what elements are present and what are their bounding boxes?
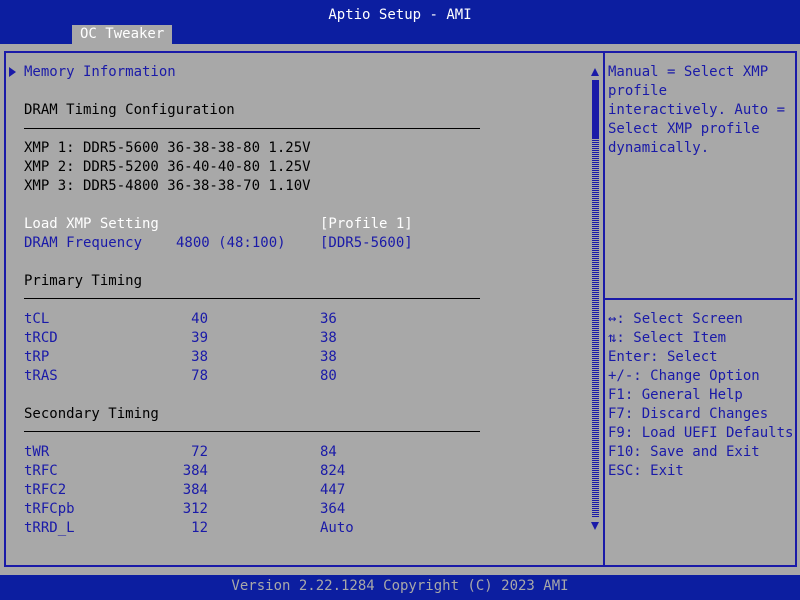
secondary-timing-value[interactable]: 824 [320, 462, 345, 481]
section-rule [24, 431, 480, 432]
primary-timing-current: 39 [191, 330, 208, 346]
secondary-timing-name[interactable]: tRFC2 [24, 481, 66, 500]
panel-divider [603, 51, 605, 566]
primary-timing-current: 78 [191, 368, 208, 384]
dram-timing-heading: DRAM Timing Configuration [24, 102, 235, 118]
status-bar: Version 2.22.1284 Copyright (C) 2023 AMI [0, 575, 800, 600]
load-xmp-label[interactable]: Load XMP Setting [24, 215, 159, 234]
secondary-timing-name[interactable]: tRFC [24, 462, 58, 481]
primary-timing-value[interactable]: 38 [320, 348, 337, 367]
primary-timing-name[interactable]: tRCD [24, 329, 58, 348]
discard-changes-key: F7: Discard Changes [608, 406, 769, 422]
secondary-timing-value[interactable]: 84 [320, 443, 337, 462]
enter-select-key: Enter: Select [608, 349, 718, 365]
version-footer: Version 2.22.1284 Copyright (C) 2023 AMI [231, 578, 569, 594]
change-option-key: +/-: Change Option [608, 368, 760, 384]
secondary-timing-value[interactable]: Auto [320, 519, 354, 538]
secondary-timing-name[interactable]: tWR [24, 443, 49, 462]
save-exit-key: F10: Save and Exit [608, 444, 760, 460]
primary-timing-current: 40 [191, 311, 208, 327]
secondary-timing-current: 384 [182, 463, 208, 479]
dram-frequency-value[interactable]: [DDR5-5600] [320, 234, 413, 253]
app-title: Aptio Setup - AMI [328, 7, 472, 23]
tab-oc-tweaker[interactable]: OC Tweaker [72, 25, 173, 44]
load-xmp-value[interactable]: [Profile 1] [320, 215, 413, 234]
title-bar: Aptio Setup - AMI OC Tweaker [0, 0, 800, 44]
load-defaults-key: F9: Load UEFI Defaults [608, 425, 794, 441]
xmp-profile-2: XMP 2: DDR5-5200 36-40-40-80 1.25V [24, 159, 311, 175]
secondary-timing-heading: Secondary Timing [24, 406, 159, 422]
scroll-up-icon[interactable] [591, 68, 599, 76]
esc-exit-key: ESC: Exit [608, 463, 684, 479]
help-divider [605, 298, 793, 300]
select-item-key: ⇅: Select Item [608, 330, 727, 346]
secondary-timing-value[interactable]: 447 [320, 481, 345, 500]
secondary-timing-current: 72 [191, 444, 208, 460]
secondary-timing-current: 384 [182, 482, 208, 498]
help-description: Manual = Select XMP profile interactivel… [608, 64, 786, 156]
primary-timing-value[interactable]: 80 [320, 367, 337, 386]
xmp-profile-1: XMP 1: DDR5-5600 36-38-38-80 1.25V [24, 140, 311, 156]
primary-timing-name[interactable]: tRP [24, 348, 49, 367]
memory-information-link[interactable]: Memory Information [24, 63, 176, 82]
submenu-arrow-icon [9, 67, 16, 77]
select-screen-key: ↔: Select Screen [608, 311, 743, 327]
primary-timing-value[interactable]: 38 [320, 329, 337, 348]
primary-timing-name[interactable]: tCL [24, 310, 49, 329]
scrollbar-track[interactable] [592, 80, 599, 517]
dram-frequency-current: 4800 (48:100) [176, 235, 286, 251]
xmp-profile-3: XMP 3: DDR5-4800 36-38-38-70 1.10V [24, 178, 311, 194]
dram-frequency-label[interactable]: DRAM Frequency [24, 234, 142, 253]
primary-timing-value[interactable]: 36 [320, 310, 337, 329]
primary-timing-name[interactable]: tRAS [24, 367, 58, 386]
secondary-timing-current: 312 [182, 501, 208, 517]
secondary-timing-value[interactable]: 364 [320, 500, 345, 519]
general-help-key: F1: General Help [608, 387, 743, 403]
secondary-timing-name[interactable]: tRRD_L [24, 519, 75, 538]
secondary-timing-name[interactable]: tRFCpb [24, 500, 75, 519]
scroll-down-icon[interactable] [591, 522, 599, 530]
primary-timing-heading: Primary Timing [24, 273, 143, 289]
primary-timing-current: 38 [191, 349, 208, 365]
section-rule [24, 298, 480, 299]
section-rule [24, 128, 480, 129]
secondary-timing-current: 12 [191, 520, 208, 536]
scrollbar-thumb[interactable] [592, 80, 599, 138]
